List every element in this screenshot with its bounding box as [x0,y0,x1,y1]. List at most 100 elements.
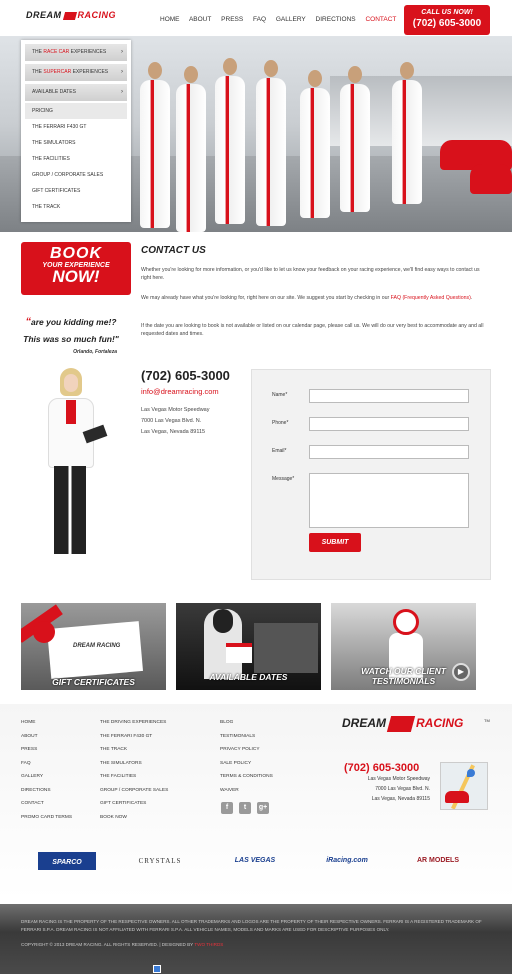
footer-link[interactable]: THE FERRARI F430 GT [100,730,168,744]
designer-link[interactable]: TWO THIRDS [194,942,223,947]
book-now-button[interactable]: BOOK YOUR EXPERIENCE NOW! [21,242,131,295]
side-menu-track[interactable]: THE TRACK [21,199,131,215]
available-dates-tile[interactable]: AVAILABLE DATES [176,603,321,690]
footer-link[interactable]: TERMS & CONDITIONS [220,770,273,784]
trademark-symbol: TM [484,718,490,723]
footer-link[interactable]: THE FACILITIES [100,770,168,784]
partner-logo-sparco[interactable]: SPARCO [38,852,96,870]
name-label: Name* [272,392,288,398]
nav-press[interactable]: PRESS [221,16,243,23]
footer-link[interactable]: GALLERY [21,770,72,784]
logo-dream-text: DREAM [26,10,62,20]
nav-about[interactable]: ABOUT [189,16,211,23]
message-field[interactable] [309,473,469,528]
map-thumbnail[interactable] [440,762,488,810]
logo-flag-icon [386,716,416,732]
side-menu-simulators[interactable]: THE SIMULATORS [21,135,131,151]
testimonials-tile[interactable]: WATCH OUR CLIENT TESTIMONIALS ▶ [331,603,476,690]
legal-disclaimer: DREAM RACING IS THE PROPERTY OF THE RESP… [21,919,482,932]
nav-faq[interactable]: FAQ [253,16,266,23]
gift-certificates-caption: GIFT CERTIFICATES [52,677,135,687]
side-menu-label-highlight: RACE CAR [43,49,70,55]
gift-certificates-tile[interactable]: DREAM RACING GIFT CERTIFICATES [21,603,166,690]
partner-logo-crystals[interactable]: CRYSTALS [130,852,190,870]
footer-link[interactable]: WAIVER [220,784,273,798]
side-menu-race-car-experiences[interactable]: THE RACE CAR EXPERIENCES › [25,44,127,61]
name-field[interactable] [309,389,469,403]
footer-link[interactable]: THE SIMULATORS [100,757,168,771]
side-menu-facilities[interactable]: THE FACILITIES [21,151,131,167]
footer-link[interactable]: TESTIMONIALS [220,730,273,744]
quote-line-1: are you kidding me!? [31,317,117,327]
side-menu-group-sales[interactable]: GROUP / CORPORATE SALES [21,167,131,183]
logo-flag-icon [62,11,77,20]
footer-link[interactable]: DIRECTIONS [21,784,72,798]
call-us-button[interactable]: CALL US NOW! (702) 605-3000 [404,5,490,35]
header: DREAM RACING HOME ABOUT PRESS FAQ GALLERY… [0,0,512,36]
hero-driver [300,70,330,218]
partner-logo-iracing[interactable]: iRacing.com [310,852,384,870]
nav-directions[interactable]: DIRECTIONS [316,16,356,23]
contact-address-line: 7000 Las Vegas Blvd. N. [141,418,202,424]
footer-link[interactable]: PRESS [21,743,72,757]
scroll-to-top-icon[interactable] [153,965,161,973]
footer-link[interactable]: GIFT CERTIFICATES [100,797,168,811]
footer-link[interactable]: FAQ [21,757,72,771]
footer-link[interactable]: PRIVACY POLICY [220,743,273,757]
hero-driver [176,66,206,232]
nav-gallery[interactable]: GALLERY [276,16,306,23]
side-menu-gift-certificates[interactable]: GIFT CERTIFICATES [21,183,131,199]
logo-racing-text: RACING [77,10,116,20]
call-us-phone: (702) 605-3000 [412,18,482,29]
contact-phone: (702) 605-3000 [141,368,230,383]
contact-email-link[interactable]: info@dreamracing.com [141,387,219,396]
side-menu-supercar-experiences[interactable]: THE SUPERCAR EXPERIENCES › [25,64,127,81]
side-menu-label: AVAILABLE DATES [32,89,76,95]
car-icon [445,791,469,803]
footer-link[interactable]: GROUP / CORPORATE SALES [100,784,168,798]
calendar-icon [226,643,252,663]
footer-link[interactable]: THE DRIVING EXPERIENCES [100,716,168,730]
bow-icon [33,621,55,643]
chevron-right-icon: › [121,69,123,75]
google-plus-icon[interactable]: g+ [257,802,269,814]
nav-home[interactable]: HOME [160,16,180,23]
side-menu-available-dates[interactable]: AVAILABLE DATES › [25,84,127,101]
partner-logo-ar-models[interactable]: AR MODELS [400,852,476,870]
footer-link[interactable]: PROMO CARD TERMS [21,811,72,825]
side-menu-ferrari[interactable]: THE FERRARI F430 GT [21,119,131,135]
nav-contact[interactable]: CONTACT [365,16,396,23]
footer-link[interactable]: BOOK NOW [100,811,168,825]
footer-col-experiences: THE DRIVING EXPERIENCES THE FERRARI F430… [100,716,168,824]
footer-link[interactable]: BLOG [220,716,273,730]
footer-link[interactable]: SALE POLICY [220,757,273,771]
contact-address-line: Las Vegas Motor Speedway [141,407,210,413]
hero-car [470,164,512,194]
submit-button[interactable]: SUBMIT [309,533,361,552]
book-label: BOOK [50,245,102,262]
email-field[interactable] [309,445,469,459]
footer-link[interactable]: HOME [21,716,72,730]
partner-logo-las-vegas[interactable]: LAS VEGAS [224,852,286,870]
footer-link[interactable]: ABOUT [21,730,72,744]
play-icon[interactable]: ▶ [452,663,470,681]
call-us-label: CALL US NOW! [421,9,473,16]
footer-link[interactable]: CONTACT [21,797,72,811]
contact-form: Name* Phone* Email* Message* SUBMIT [251,369,491,580]
side-menu: THE RACE CAR EXPERIENCES › THE SUPERCAR … [21,40,131,222]
twitter-icon[interactable]: t [239,802,251,814]
footer-link[interactable]: THE TRACK [100,743,168,757]
footer-logo[interactable]: DREAM RACING [342,716,463,732]
map-pin-icon [467,769,475,777]
logo[interactable]: DREAM RACING [26,10,116,20]
phone-label: Phone* [272,420,289,426]
copyright-text: COPYRIGHT © 2013 DREAM RACING. ALL RIGHT… [21,942,194,947]
facebook-icon[interactable]: f [221,802,233,814]
page: DREAM RACING HOME ABOUT PRESS FAQ GALLERY… [0,0,512,974]
testimonial-quote: “are you kidding me!? This was so much f… [21,316,121,344]
main-nav: HOME ABOUT PRESS FAQ GALLERY DIRECTIONS … [160,16,404,23]
phone-field[interactable] [309,417,469,431]
faq-link[interactable]: FAQ (Frequently Asked Questions) [391,295,471,301]
page-title: CONTACT US [141,245,206,256]
side-menu-pricing[interactable]: PRICING [25,103,127,119]
